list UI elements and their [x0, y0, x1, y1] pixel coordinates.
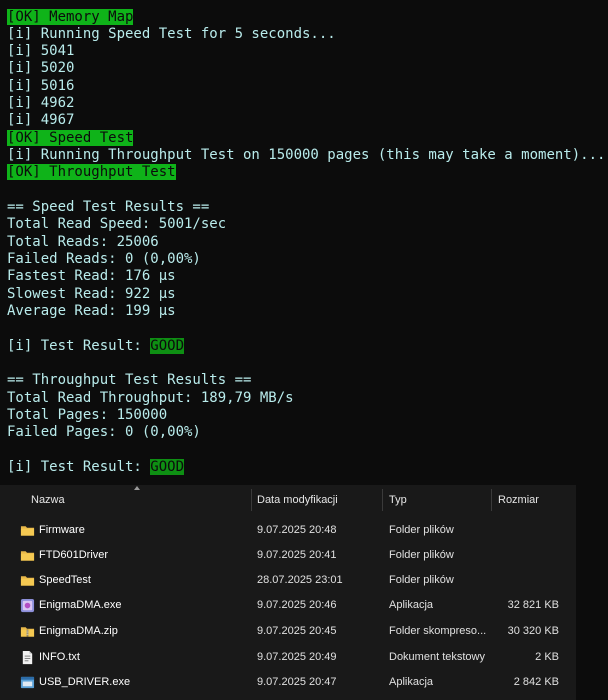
terminal-line: Average Read: 199 µs	[7, 303, 176, 319]
folder-icon	[20, 551, 35, 561]
folder-icon	[20, 526, 35, 536]
file-type: Folder skompreso...	[389, 625, 487, 637]
file-name: SpeedTest	[39, 574, 91, 586]
terminal-line: [i] Test Result: GOOD	[7, 338, 185, 354]
file-size: 2 842 KB	[513, 676, 559, 688]
exe-app-icon	[20, 598, 35, 613]
file-type: Aplikacja	[389, 599, 434, 611]
file-row[interactable]: Firmware 9.07.2025 20:48 Folder plików	[0, 518, 576, 543]
terminal-line: Total Reads: 25006	[7, 234, 159, 250]
ok-highlight: [OK] Memory Map	[7, 9, 134, 25]
terminal-line: [i] Running Throughput Test on 150000 pa…	[7, 147, 606, 163]
file-date: 9.07.2025 20:41	[257, 549, 337, 561]
column-header-date[interactable]: Data modyfikacji	[257, 485, 377, 515]
file-name: EnigmaDMA.zip	[39, 625, 118, 637]
terminal-line: == Speed Test Results ==	[7, 199, 210, 215]
terminal-line: Failed Pages: 0 (0,00%)	[7, 424, 201, 440]
terminal-line: Total Read Throughput: 189,79 MB/s	[7, 390, 294, 406]
file-date: 9.07.2025 20:48	[257, 524, 337, 536]
file-size	[495, 568, 559, 593]
file-row[interactable]: EnigmaDMA.exe 9.07.2025 20:46 Aplikacja …	[0, 593, 576, 618]
exe-app-icon	[20, 676, 35, 689]
terminal-line: [OK] Throughput Test	[7, 164, 176, 181]
terminal-line: [i] 5041	[7, 43, 75, 59]
file-name: EnigmaDMA.exe	[39, 599, 122, 611]
file-type: Folder plików	[389, 524, 454, 536]
folder-icon	[20, 576, 35, 586]
text-file-icon	[22, 650, 33, 665]
file-row[interactable]: USB_DRIVER.exe 9.07.2025 20:47 Aplikacja…	[0, 670, 576, 695]
file-type: Folder plików	[389, 549, 454, 561]
file-size: 30 320 KB	[507, 625, 559, 637]
good-result-badge: GOOD	[150, 459, 185, 475]
terminal-line: [i] 4962	[7, 95, 75, 111]
file-type: Dokument tekstowy	[389, 651, 485, 663]
sort-ascending-icon	[134, 486, 140, 490]
column-header-type[interactable]: Typ	[389, 485, 487, 515]
terminal-line: Total Read Speed: 5001/sec	[7, 216, 227, 232]
good-result-badge: GOOD	[150, 338, 185, 354]
terminal-line: Failed Reads: 0 (0,00%)	[7, 251, 201, 267]
background-gap	[576, 485, 608, 700]
terminal-line: [OK] Speed Test	[7, 130, 134, 147]
terminal-window: [OK] Memory Map [i] Running Speed Test f…	[0, 0, 608, 485]
terminal-line: [i] 5020	[7, 60, 75, 76]
file-date: 9.07.2025 20:45	[257, 625, 337, 637]
column-divider[interactable]	[491, 489, 492, 511]
file-row[interactable]: EnigmaDMA.zip 9.07.2025 20:45 Folder sko…	[0, 619, 576, 644]
file-size	[495, 543, 559, 568]
file-row[interactable]: SpeedTest 28.07.2025 23:01 Folder plików	[0, 568, 576, 593]
file-date: 9.07.2025 20:49	[257, 651, 337, 663]
file-date: 28.07.2025 23:01	[257, 574, 343, 586]
column-header-size[interactable]: Rozmiar	[498, 485, 568, 515]
terminal-line: [i] 5016	[7, 78, 75, 94]
terminal-line: Total Pages: 150000	[7, 407, 168, 423]
file-size: 32 821 KB	[507, 599, 559, 611]
ok-highlight: [OK] Throughput Test	[7, 164, 176, 180]
file-date: 9.07.2025 20:46	[257, 599, 337, 611]
terminal-line: [i] Running Speed Test for 5 seconds...	[7, 26, 336, 42]
terminal-line: Slowest Read: 922 µs	[7, 286, 176, 302]
column-divider[interactable]	[251, 489, 252, 511]
file-row[interactable]: FTD601Driver 9.07.2025 20:41 Folder plik…	[0, 543, 576, 568]
zip-folder-icon	[20, 627, 35, 637]
file-name: Firmware	[39, 524, 85, 536]
file-name: INFO.txt	[39, 651, 80, 663]
file-name: USB_DRIVER.exe	[39, 676, 131, 688]
terminal-line: [i] 4967	[7, 112, 75, 128]
terminal-line: == Throughput Test Results ==	[7, 372, 252, 388]
file-type: Folder plików	[389, 574, 454, 586]
file-size	[495, 518, 559, 543]
terminal-line: Fastest Read: 176 µs	[7, 268, 176, 284]
ok-highlight: [OK] Speed Test	[7, 130, 134, 146]
terminal-line: [OK] Memory Map	[7, 9, 134, 26]
file-row[interactable]: INFO.txt 9.07.2025 20:49 Dokument teksto…	[0, 645, 576, 670]
file-name: FTD601Driver	[39, 549, 109, 561]
terminal-line: [i] Test Result: GOOD	[7, 459, 185, 475]
file-explorer-list: Nazwa Data modyfikacji Typ Rozmiar Firmw…	[0, 485, 576, 700]
column-divider[interactable]	[382, 489, 383, 511]
file-size: 2 KB	[535, 651, 559, 663]
file-date: 9.07.2025 20:47	[257, 676, 337, 688]
file-type: Aplikacja	[389, 676, 434, 688]
